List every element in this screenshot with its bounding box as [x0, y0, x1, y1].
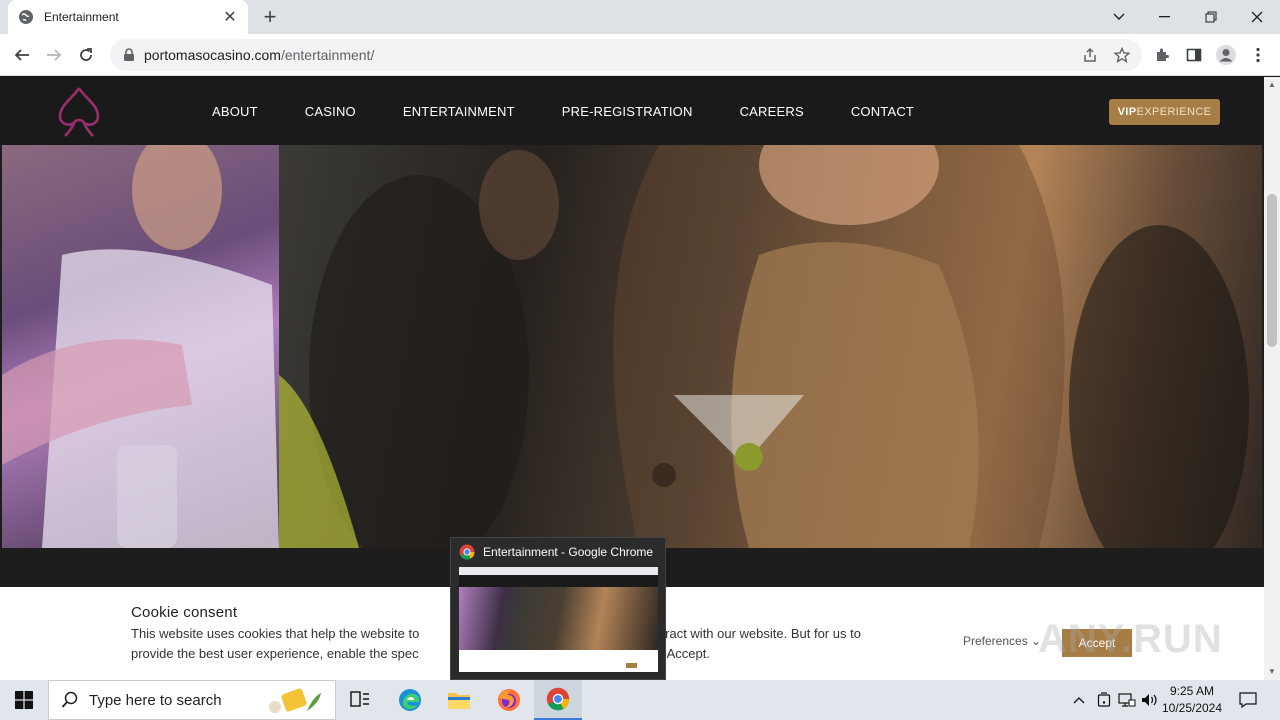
forward-icon[interactable]	[40, 41, 68, 69]
search-placeholder: Type here to search	[89, 691, 222, 709]
vip-experience-button[interactable]: VIP EXPERIENCE	[1109, 99, 1220, 125]
restore-icon[interactable]	[1188, 0, 1234, 34]
tab-title: Entertainment	[44, 10, 119, 24]
network-icon[interactable]	[1116, 680, 1138, 720]
scroll-down-arrow-icon[interactable]: ▼	[1267, 667, 1277, 677]
close-tab-icon[interactable]: ✕	[222, 9, 238, 26]
extensions-icon[interactable]	[1149, 42, 1175, 68]
screen: Entertainment ✕ + portomasocasino.com /e…	[0, 0, 1280, 720]
globe-icon	[19, 10, 33, 24]
reload-icon[interactable]	[72, 41, 100, 69]
url-path: /entertainment/	[280, 47, 375, 63]
search-highlight-icon	[269, 688, 321, 713]
vip-label-bold: VIP	[1117, 106, 1137, 118]
windows-logo-icon	[15, 691, 33, 709]
preview-title: Entertainment - Google Chrome	[459, 544, 653, 560]
file-explorer-icon[interactable]	[435, 680, 483, 720]
minimize-icon[interactable]	[1142, 0, 1188, 34]
preferences-label: Preferences	[963, 634, 1028, 648]
url-host: portomasocasino.com	[144, 47, 281, 63]
nav-contact[interactable]: CONTACT	[851, 104, 914, 119]
taskbar-search-box[interactable]: Type here to search	[48, 680, 336, 720]
preview-thumbnail	[459, 567, 658, 672]
search-icon	[61, 691, 78, 708]
tablet-mode-icon[interactable]	[1093, 680, 1115, 720]
chrome-icon	[546, 687, 570, 711]
start-button[interactable]	[0, 680, 48, 720]
spade-logo-icon[interactable]	[52, 85, 106, 139]
task-view-icon[interactable]	[336, 680, 384, 720]
windows-taskbar: Type here to search 9:25 AM 10/25/2024	[0, 680, 1280, 720]
hero-image	[2, 145, 1262, 548]
browser-toolbar: portomasocasino.com/entertainment/	[0, 34, 1280, 76]
nav-entertainment[interactable]: ENTERTAINMENT	[403, 104, 515, 119]
woman-with-martini-photo	[279, 145, 1262, 548]
nav-careers[interactable]: CAREERS	[740, 104, 804, 119]
nav-about[interactable]: ABOUT	[212, 104, 258, 119]
chrome-icon	[459, 544, 475, 560]
chrome-taskbar-button[interactable]	[534, 680, 582, 720]
site-header: ABOUT CASINO ENTERTAINMENT PRE-REGISTRAT…	[0, 77, 1264, 145]
taskbar-window-preview[interactable]: Entertainment - Google Chrome	[450, 537, 666, 680]
main-nav: ABOUT CASINO ENTERTAINMENT PRE-REGISTRAT…	[212, 77, 961, 145]
notifications-icon[interactable]	[1232, 680, 1264, 720]
preview-title-text: Entertainment - Google Chrome	[483, 545, 654, 559]
scrollbar-thumb[interactable]	[1267, 194, 1277, 347]
new-tab-button[interactable]: +	[258, 5, 282, 29]
nav-casino[interactable]: CASINO	[305, 104, 356, 119]
edge-icon[interactable]	[386, 680, 434, 720]
firefox-icon[interactable]	[485, 680, 533, 720]
bartender-photo-art	[2, 145, 279, 548]
page-scrollbar[interactable]: ▲ ▼	[1264, 77, 1280, 680]
bookmark-star-icon[interactable]	[1109, 42, 1135, 68]
close-window-icon[interactable]	[1234, 0, 1280, 34]
preferences-link[interactable]: Preferences ⌄	[963, 634, 1041, 648]
profile-avatar-icon[interactable]	[1213, 42, 1239, 68]
scroll-up-arrow-icon[interactable]: ▲	[1267, 80, 1277, 90]
tab-strip: Entertainment ✕ +	[0, 0, 1280, 34]
clock-date: 10/25/2024	[1161, 701, 1223, 715]
cookie-body-line1-end: u interact with our website. But for us …	[633, 626, 861, 641]
cookie-body-line1: This website uses cookies that help the …	[131, 626, 420, 641]
nav-pre-registration[interactable]: PRE-REGISTRATION	[562, 104, 693, 119]
share-icon[interactable]	[1077, 42, 1103, 68]
show-hidden-icons-chevron-icon[interactable]	[1068, 680, 1090, 720]
cookie-body-line2: provide the best user experience, enable…	[131, 646, 419, 661]
system-clock[interactable]: 9:25 AM 10/25/2024	[1158, 683, 1226, 717]
vip-label-rest: EXPERIENCE	[1136, 106, 1212, 118]
lock-icon	[124, 48, 134, 61]
tab-entertainment[interactable]: Entertainment ✕	[8, 0, 248, 34]
address-bar[interactable]: portomasocasino.com/entertainment/	[110, 39, 1142, 71]
back-icon[interactable]	[8, 41, 36, 69]
cookie-title: Cookie consent	[131, 604, 238, 621]
party-photo-art	[279, 145, 1249, 548]
tab-search-icon[interactable]	[1096, 0, 1142, 34]
clock-time: 9:25 AM	[1169, 684, 1215, 698]
chrome-menu-icon[interactable]	[1245, 42, 1271, 68]
accept-cookies-button[interactable]: Accept	[1062, 629, 1132, 657]
bartender-photo	[2, 145, 279, 548]
side-panel-icon[interactable]	[1181, 42, 1207, 68]
